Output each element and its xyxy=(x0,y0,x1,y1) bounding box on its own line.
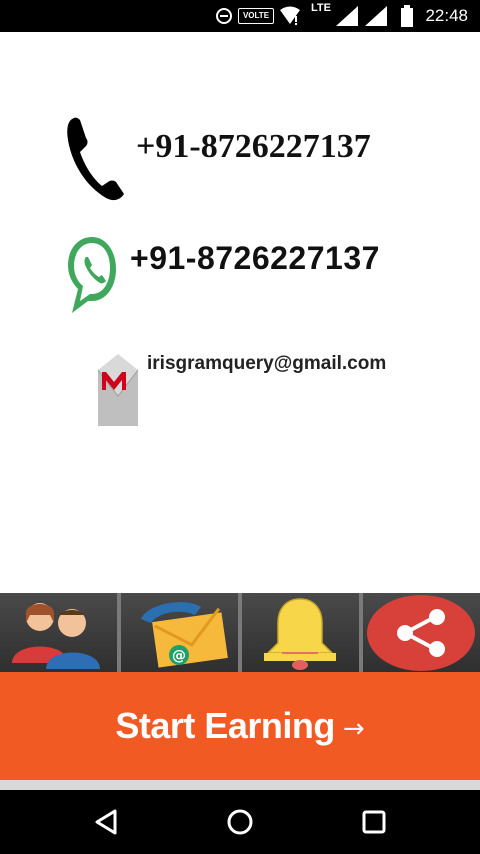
volte-icon: VOLTE xyxy=(238,8,274,24)
status-bar: VOLTE LTE 22:48 xyxy=(0,0,480,32)
system-nav-bar xyxy=(0,790,480,854)
users-icon xyxy=(12,603,100,669)
svg-text:@: @ xyxy=(172,648,186,664)
start-earning-button[interactable]: Start Earning → xyxy=(0,672,480,780)
feature-tile-bar: @ xyxy=(0,593,480,672)
tile-users[interactable] xyxy=(0,593,117,672)
home-icon[interactable] xyxy=(224,806,256,838)
wifi-icon xyxy=(280,6,300,25)
data-saver-icon xyxy=(216,8,232,24)
divider xyxy=(0,780,480,790)
start-earning-label: Start Earning xyxy=(115,705,335,746)
contact-mail-icon: @ xyxy=(141,602,228,668)
bell-icon xyxy=(264,598,336,670)
signal-icon xyxy=(365,6,387,26)
arrow-right-icon: → xyxy=(342,714,365,744)
share-icon xyxy=(367,595,475,671)
tile-share[interactable] xyxy=(359,593,480,672)
lte-signal-icon xyxy=(336,6,358,26)
phone-icon xyxy=(67,117,124,201)
gmail-icon xyxy=(97,354,139,426)
recents-icon[interactable] xyxy=(358,806,390,838)
tile-contact[interactable]: @ xyxy=(117,593,238,672)
whatsapp-number[interactable]: +91-8726227137 xyxy=(130,240,380,277)
email-address[interactable]: irisgramquery@gmail.com xyxy=(147,353,386,375)
whatsapp-icon xyxy=(68,237,116,313)
tile-notifications[interactable] xyxy=(238,593,359,672)
battery-icon xyxy=(401,5,413,27)
phone-number[interactable]: +91-8726227137 xyxy=(136,128,371,166)
lte-label: LTE xyxy=(311,2,331,14)
status-time: 22:48 xyxy=(425,6,468,25)
back-icon[interactable] xyxy=(91,806,123,838)
